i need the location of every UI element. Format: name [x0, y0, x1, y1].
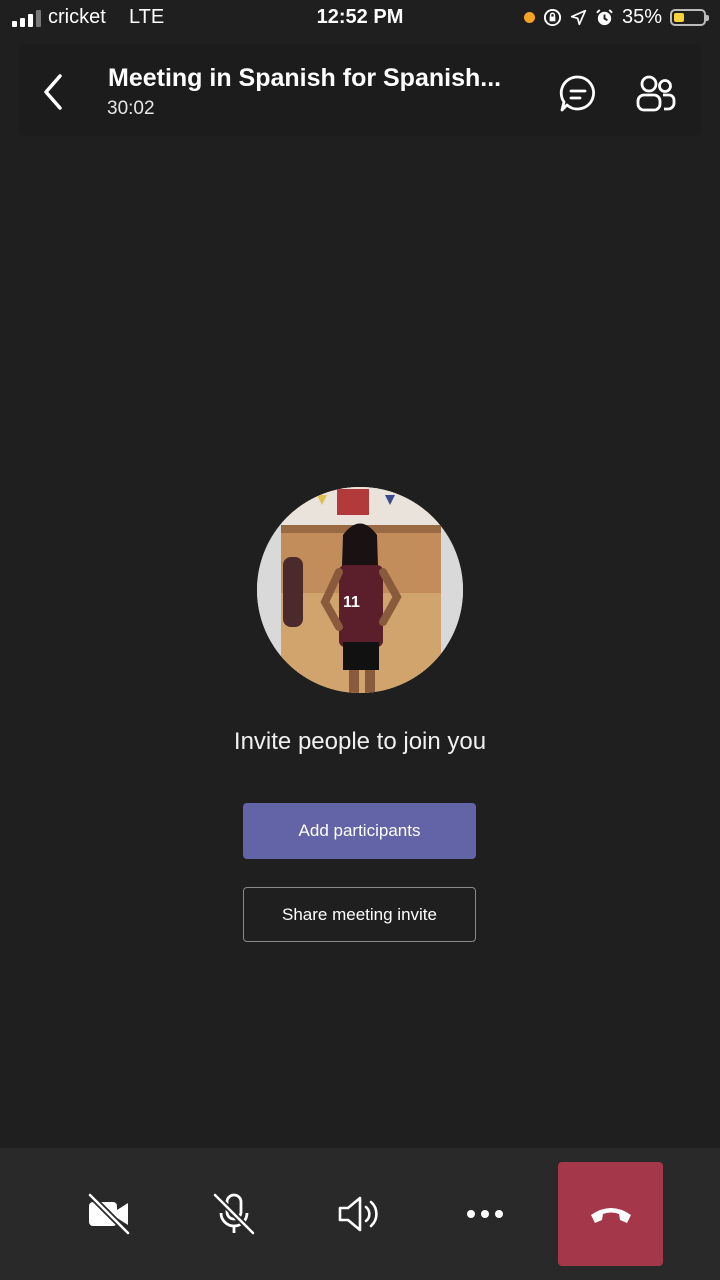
meeting-duration: 30:02 — [107, 98, 155, 119]
battery-fill — [674, 13, 684, 22]
location-icon — [570, 9, 587, 26]
more-options-button[interactable] — [435, 1162, 535, 1266]
invite-message: Invite people to join you — [233, 728, 487, 755]
orientation-lock-icon — [543, 8, 562, 27]
meeting-title: Meeting in Spanish for Spanish... — [108, 64, 502, 92]
camera-toggle-button[interactable] — [59, 1162, 159, 1266]
back-button[interactable] — [38, 72, 68, 112]
back-chevron-icon — [44, 74, 62, 110]
camera-off-icon — [87, 1192, 131, 1236]
more-icon — [467, 1210, 503, 1218]
participant-photo: 11 — [257, 487, 463, 693]
status-bar: cricket LTE 12:52 PM 35% — [0, 0, 720, 36]
add-participants-button[interactable]: Add participants — [243, 803, 476, 859]
hang-up-button[interactable] — [558, 1162, 663, 1266]
recording-dot-icon — [523, 12, 535, 23]
chat-icon — [559, 75, 595, 112]
chat-button[interactable] — [558, 74, 598, 114]
svg-text:11: 11 — [343, 594, 360, 611]
participants-icon — [636, 75, 676, 112]
alarm-icon — [596, 9, 613, 26]
teams-meeting-screen: cricket LTE 12:52 PM 35% Meeting in Span… — [0, 0, 720, 1280]
meeting-header: Meeting in Spanish for Spanish... 30:02 — [18, 44, 702, 136]
mic-off-icon — [212, 1192, 256, 1236]
participant-avatar: 11 — [257, 487, 463, 693]
mic-toggle-button[interactable] — [184, 1162, 284, 1266]
speaker-icon — [338, 1196, 378, 1232]
battery-icon — [670, 9, 709, 26]
speaker-button[interactable] — [309, 1162, 409, 1266]
participants-button[interactable] — [635, 74, 677, 114]
share-meeting-invite-button[interactable]: Share meeting invite — [243, 887, 476, 942]
status-right-group: 35% — [523, 6, 709, 29]
hang-up-icon — [590, 1208, 631, 1223]
battery-percent: 35% — [621, 6, 662, 28]
